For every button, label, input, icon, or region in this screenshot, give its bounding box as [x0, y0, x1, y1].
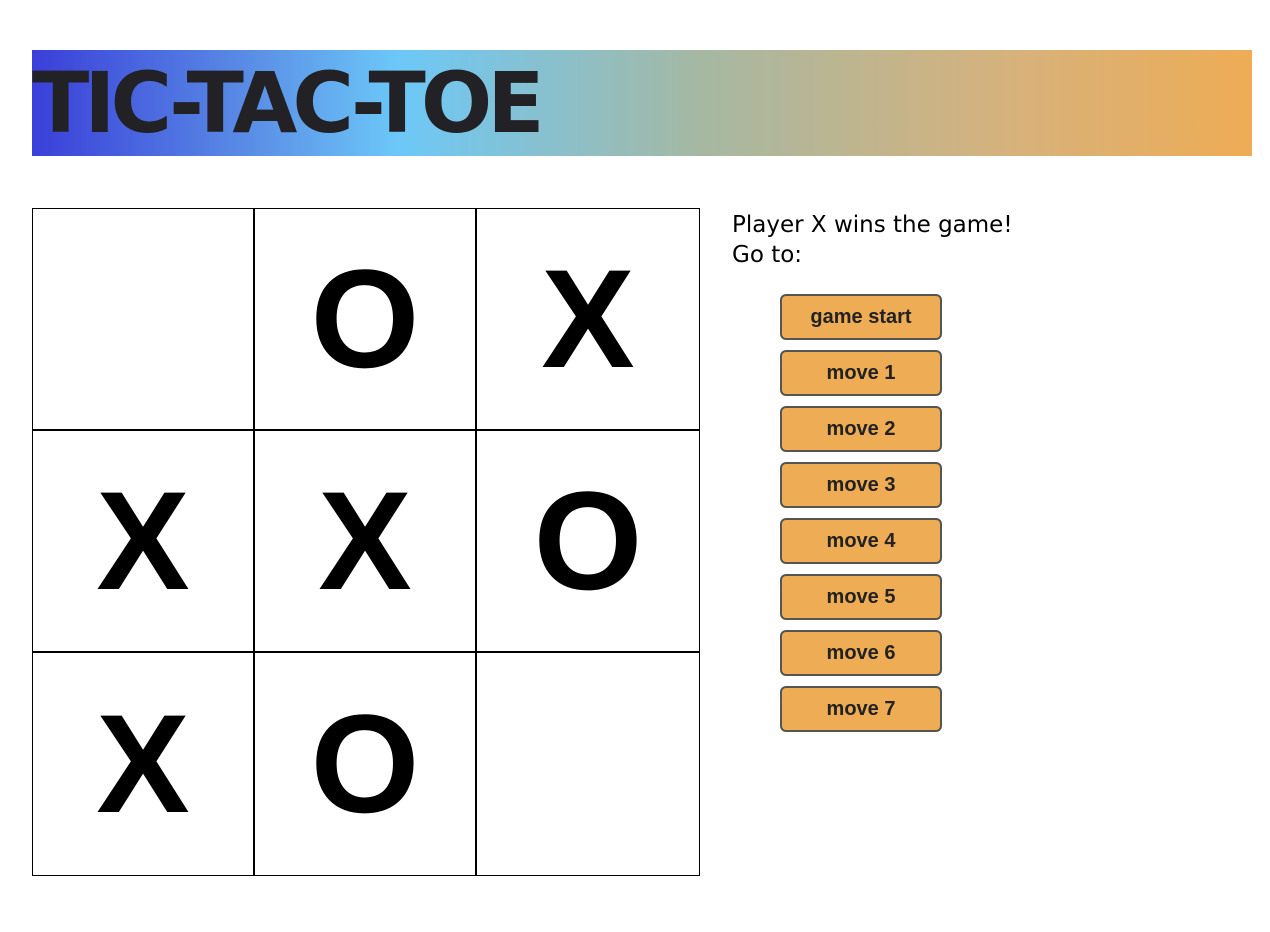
game-info: Player X wins the game! Go to:	[732, 210, 1013, 270]
goto-move-5-button[interactable]: move 5	[780, 574, 942, 620]
page-title: TIC-TAC-TOE	[32, 54, 545, 152]
header-banner: TIC-TAC-TOE	[32, 50, 1252, 156]
page: TIC-TAC-TOE O X X X O X O Player X wins …	[0, 0, 1270, 932]
move-history-list: game start move 1 move 2 move 3 move 4 m…	[780, 294, 942, 742]
board-square-9[interactable]	[477, 653, 699, 875]
list-item: move 6	[780, 630, 942, 676]
board-square-6[interactable]: O	[477, 431, 699, 653]
list-item: move 3	[780, 462, 942, 508]
goto-move-6-button[interactable]: move 6	[780, 630, 942, 676]
goto-move-3-button[interactable]: move 3	[780, 462, 942, 508]
board-square-1[interactable]	[33, 209, 255, 431]
goto-move-1-button[interactable]: move 1	[780, 350, 942, 396]
list-item: move 5	[780, 574, 942, 620]
goto-move-7-button[interactable]: move 7	[780, 686, 942, 732]
list-item: game start	[780, 294, 942, 340]
board-square-3[interactable]: X	[477, 209, 699, 431]
game-board: O X X X O X O	[32, 208, 700, 876]
list-item: move 1	[780, 350, 942, 396]
goto-game-start-button[interactable]: game start	[780, 294, 942, 340]
board-square-7[interactable]: X	[33, 653, 255, 875]
board-square-4[interactable]: X	[33, 431, 255, 653]
list-item: move 4	[780, 518, 942, 564]
goto-label: Go to:	[732, 242, 803, 268]
goto-move-2-button[interactable]: move 2	[780, 406, 942, 452]
board-square-8[interactable]: O	[255, 653, 477, 875]
board-square-5[interactable]: X	[255, 431, 477, 653]
goto-move-4-button[interactable]: move 4	[780, 518, 942, 564]
board-square-2[interactable]: O	[255, 209, 477, 431]
status-message: Player X wins the game!	[732, 212, 1013, 238]
list-item: move 2	[780, 406, 942, 452]
list-item: move 7	[780, 686, 942, 732]
